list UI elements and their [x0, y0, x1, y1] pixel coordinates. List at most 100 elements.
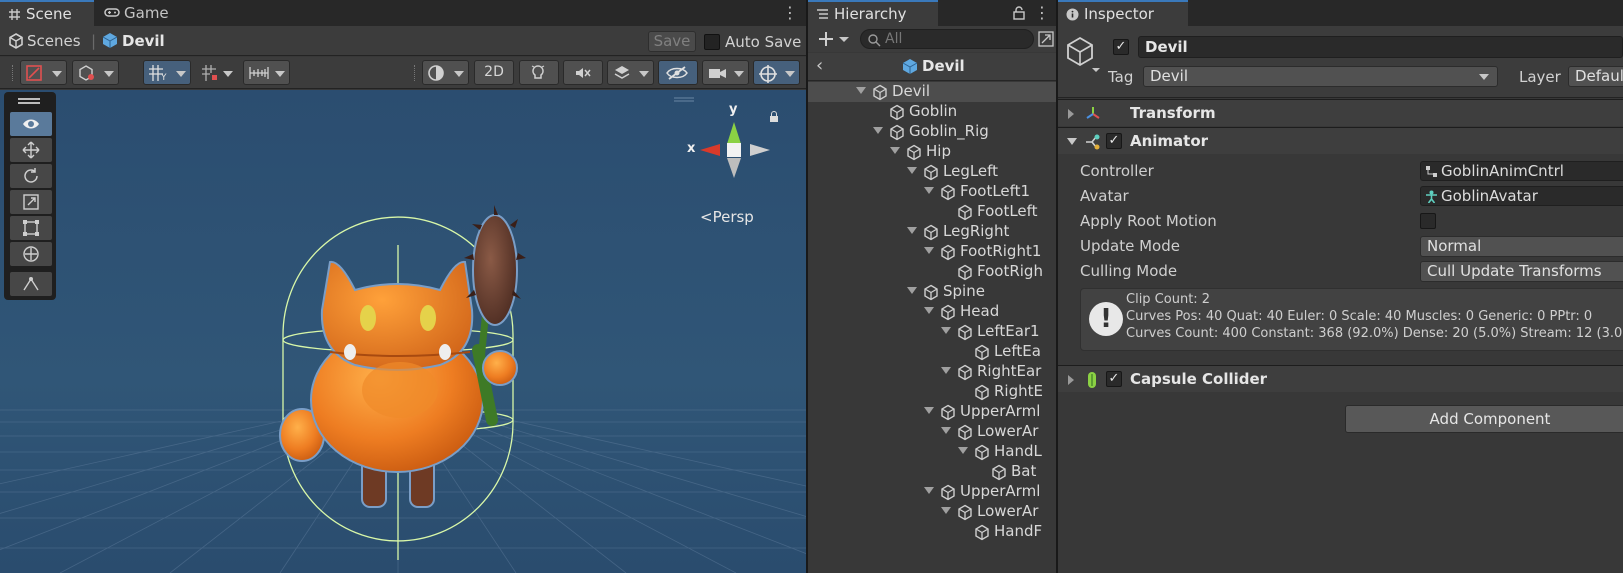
hierarchy-item[interactable]: Bat	[808, 462, 1056, 482]
expand-arrow-icon[interactable]	[907, 167, 917, 174]
hierarchy-item[interactable]: RightE	[808, 382, 1056, 402]
hierarchy-item[interactable]: LowerAr	[808, 422, 1056, 442]
hierarchy-menu-kebab-icon[interactable]: ⋮	[1034, 3, 1050, 23]
animator-icon	[1086, 134, 1100, 150]
hierarchy-item[interactable]: FootRight1	[808, 242, 1056, 262]
lighting-toggle-button[interactable]	[519, 60, 559, 85]
hierarchy-item[interactable]: RightEar	[808, 362, 1056, 382]
expand-arrow-icon[interactable]	[924, 187, 934, 194]
hierarchy-item[interactable]: LowerAr	[808, 502, 1056, 522]
hierarchy-search-input[interactable]: All	[860, 29, 1034, 49]
scene-viewport[interactable]: y x	[0, 90, 806, 573]
increment-snap-dropdown[interactable]	[196, 60, 238, 85]
add-component-button[interactable]: Add Component	[1345, 405, 1623, 433]
camera-dropdown[interactable]	[702, 60, 749, 85]
layer-dropdown[interactable]: Default	[1568, 66, 1623, 87]
hierarchy-item[interactable]: Head	[808, 302, 1056, 322]
expand-arrow-icon[interactable]	[873, 127, 883, 134]
expand-arrow-icon[interactable]	[924, 307, 934, 314]
hierarchy-item[interactable]: Goblin_Rig	[808, 122, 1056, 142]
grid-snap-dropdown[interactable]: Y	[143, 60, 191, 85]
hierarchy-item[interactable]: LeftEar1	[808, 322, 1056, 342]
expand-arrow-icon[interactable]	[941, 367, 951, 374]
breadcrumb-scenes[interactable]: Scenes	[27, 32, 81, 50]
expand-arrow-icon[interactable]	[856, 87, 866, 94]
expand-arrow-icon[interactable]	[924, 487, 934, 494]
object-active-checkbox[interactable]: ✓	[1113, 39, 1129, 55]
tag-dropdown[interactable]: Devil	[1143, 66, 1498, 87]
layer-label: Layer	[1519, 68, 1561, 86]
expand-arrow-icon[interactable]	[907, 227, 917, 234]
hierarchy-item[interactable]: Spine	[808, 282, 1056, 302]
rect-tool-button[interactable]	[10, 216, 52, 240]
tab-scene[interactable]: Scene	[0, 0, 94, 26]
capsule-collider-component-header[interactable]: ✓ Capsule Collider	[1058, 365, 1623, 392]
expand-arrow-icon[interactable]	[924, 407, 934, 414]
scene-menu-kebab-icon[interactable]: ⋮	[782, 3, 798, 23]
hierarchy-item[interactable]: LegLeft	[808, 162, 1056, 182]
eye-icon	[23, 119, 39, 129]
culling-mode-dropdown[interactable]: Cull Update Transforms	[1420, 261, 1623, 282]
custom-tool-button[interactable]	[10, 272, 52, 296]
scale-tool-button[interactable]	[10, 190, 52, 214]
animator-component-header[interactable]: ✓ Animator	[1058, 127, 1623, 154]
autosave-checkbox[interactable]	[704, 34, 720, 50]
projection-toggle[interactable]: <Persp	[700, 208, 754, 226]
ruler-dropdown[interactable]	[243, 60, 290, 85]
add-dropdown-button[interactable]	[818, 30, 852, 48]
view-tool-button[interactable]	[10, 112, 52, 136]
hierarchy-item-label: Goblin_Rig	[909, 122, 989, 140]
gameobject-cube-icon[interactable]	[1066, 36, 1100, 72]
hierarchy-item[interactable]: LegRight	[808, 222, 1056, 242]
hierarchy-item[interactable]: HandF	[808, 522, 1056, 542]
expand-arrow-icon[interactable]	[890, 147, 900, 154]
expand-arrow-icon[interactable]	[924, 247, 934, 254]
apply-root-motion-checkbox[interactable]	[1420, 213, 1436, 229]
hierarchy-item[interactable]: FootLeft1	[808, 182, 1056, 202]
hierarchy-item[interactable]: FootLeft	[808, 202, 1056, 222]
hierarchy-item[interactable]: UpperArml	[808, 482, 1056, 502]
effects-dropdown[interactable]	[607, 60, 654, 85]
scene-visibility-toggle[interactable]	[658, 60, 698, 85]
move-tool-button[interactable]	[10, 138, 52, 162]
hierarchy-item[interactable]: UpperArml	[808, 402, 1056, 422]
save-button[interactable]: Save	[648, 31, 696, 52]
transform-component-header[interactable]: Transform	[1058, 99, 1623, 126]
hierarchy-item[interactable]: LeftEa	[808, 342, 1056, 362]
tab-inspector[interactable]: Inspector	[1058, 0, 1188, 26]
expand-arrow-icon[interactable]	[941, 327, 951, 334]
palette-grip[interactable]	[18, 102, 40, 104]
gameobject-cube-icon	[924, 284, 938, 301]
lock-icon[interactable]	[1013, 6, 1025, 20]
hierarchy-item[interactable]: Devil	[808, 82, 1056, 102]
draw-mode-dropdown[interactable]	[20, 60, 67, 85]
search-filter-icon[interactable]	[1038, 31, 1054, 47]
capsule-collider-enabled-checkbox[interactable]: ✓	[1106, 371, 1122, 387]
transform-tool-button[interactable]	[10, 242, 52, 266]
expand-arrow-icon[interactable]	[941, 427, 951, 434]
rotate-tool-button[interactable]	[10, 164, 52, 188]
hierarchy-item[interactable]: HandL	[808, 442, 1056, 462]
2d-toggle-button[interactable]: 2D	[474, 60, 514, 85]
expand-arrow-icon[interactable]	[958, 447, 968, 454]
expand-arrow-icon[interactable]	[941, 507, 951, 514]
hierarchy-item[interactable]: Hip	[808, 142, 1056, 162]
hierarchy-item[interactable]: Goblin	[808, 102, 1056, 122]
audio-toggle-button[interactable]	[563, 60, 603, 85]
avatar-field[interactable]: GoblinAvatar	[1420, 186, 1623, 206]
tab-hierarchy[interactable]: Hierarchy	[808, 0, 938, 26]
expand-arrow-icon[interactable]	[907, 287, 917, 294]
gizmos-dropdown[interactable]	[753, 60, 800, 85]
palette-grip[interactable]	[18, 98, 40, 100]
animator-enabled-checkbox[interactable]: ✓	[1106, 133, 1122, 149]
shading-dropdown[interactable]	[72, 60, 119, 85]
update-mode-dropdown[interactable]: Normal	[1420, 236, 1623, 257]
tab-game[interactable]: Game	[98, 0, 188, 26]
hierarchy-tabbar: Hierarchy ⋮	[808, 0, 1056, 26]
breadcrumb-devil[interactable]: Devil	[122, 32, 165, 50]
back-arrow-icon[interactable]: ‹	[816, 55, 823, 76]
hierarchy-item[interactable]: FootRigh	[808, 262, 1056, 282]
controller-field[interactable]: GoblinAnimCntrl	[1420, 161, 1623, 181]
shading-mode-dropdown[interactable]	[422, 60, 469, 85]
object-name-field[interactable]: Devil	[1138, 36, 1623, 58]
